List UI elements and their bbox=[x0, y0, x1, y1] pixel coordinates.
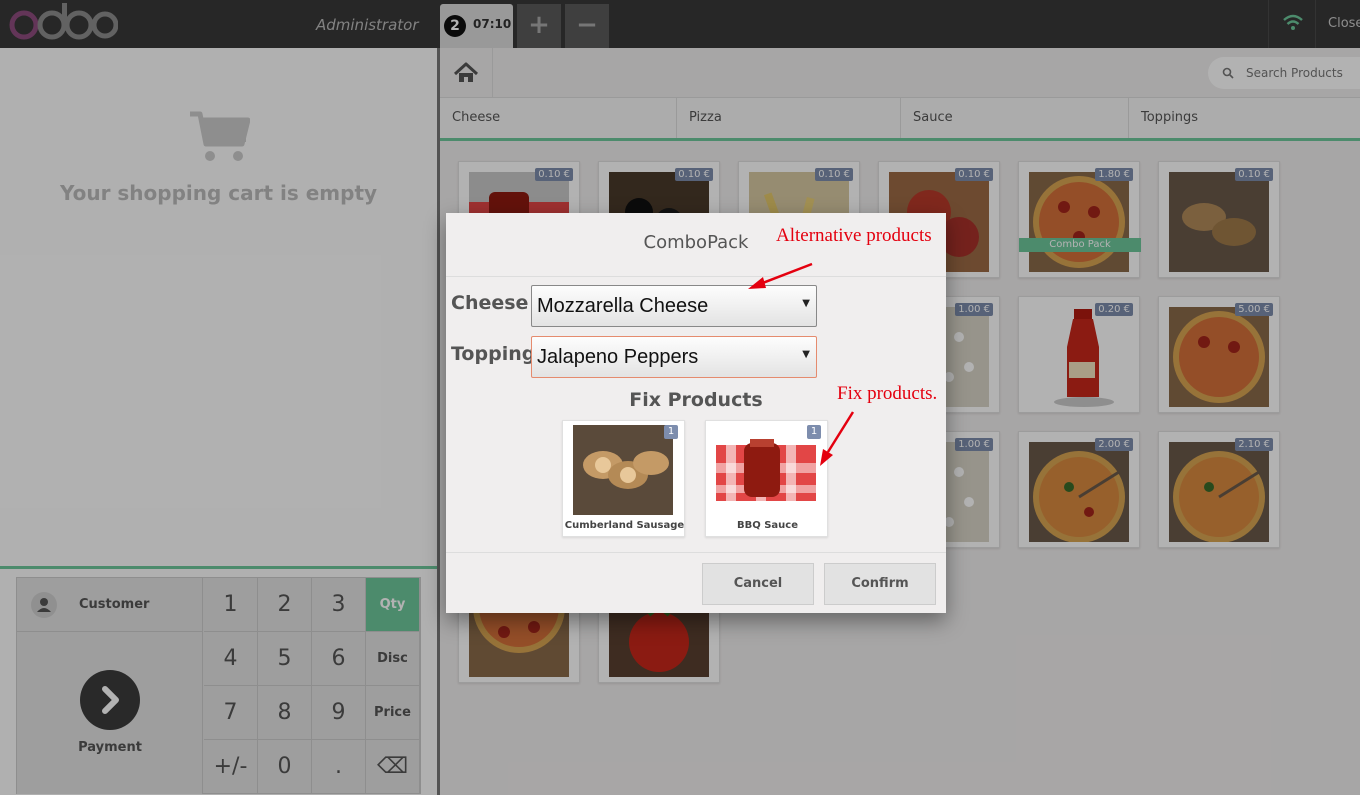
quantity-badge: 1 bbox=[807, 425, 821, 439]
annotation-fix: Fix products. bbox=[837, 383, 938, 404]
dropdown-caret-icon: ▼ bbox=[802, 298, 810, 309]
confirm-button[interactable]: Confirm bbox=[824, 563, 936, 605]
combo-pack-dialog: ComboPack Cheese Mozzarella Cheese ▼ Top… bbox=[446, 213, 946, 613]
fix-product-card: 1 Cumberland Sausage bbox=[562, 420, 685, 537]
sausage-image bbox=[573, 425, 673, 515]
quantity-badge: 1 bbox=[664, 425, 678, 439]
bbq-sauce-image bbox=[716, 425, 816, 515]
fix-product-name: Cumberland Sausage bbox=[564, 520, 685, 531]
dialog-divider bbox=[446, 552, 946, 553]
cheese-select[interactable]: Mozzarella Cheese ▼ bbox=[531, 285, 817, 327]
toppings-select-value: Jalapeno Peppers bbox=[537, 346, 699, 368]
fix-product-card: 1 BBQ Sauce bbox=[705, 420, 828, 537]
cheese-label: Cheese bbox=[451, 292, 529, 314]
fix-product-name: BBQ Sauce bbox=[736, 520, 798, 531]
toppings-select[interactable]: Jalapeno Peppers ▼ bbox=[531, 336, 817, 378]
cheese-select-value: Mozzarella Cheese bbox=[537, 295, 709, 317]
dropdown-caret-icon: ▼ bbox=[802, 349, 810, 360]
annotation-alternative: Alternative products bbox=[776, 225, 932, 246]
cancel-button[interactable]: Cancel bbox=[702, 563, 814, 605]
dialog-divider bbox=[446, 276, 946, 277]
